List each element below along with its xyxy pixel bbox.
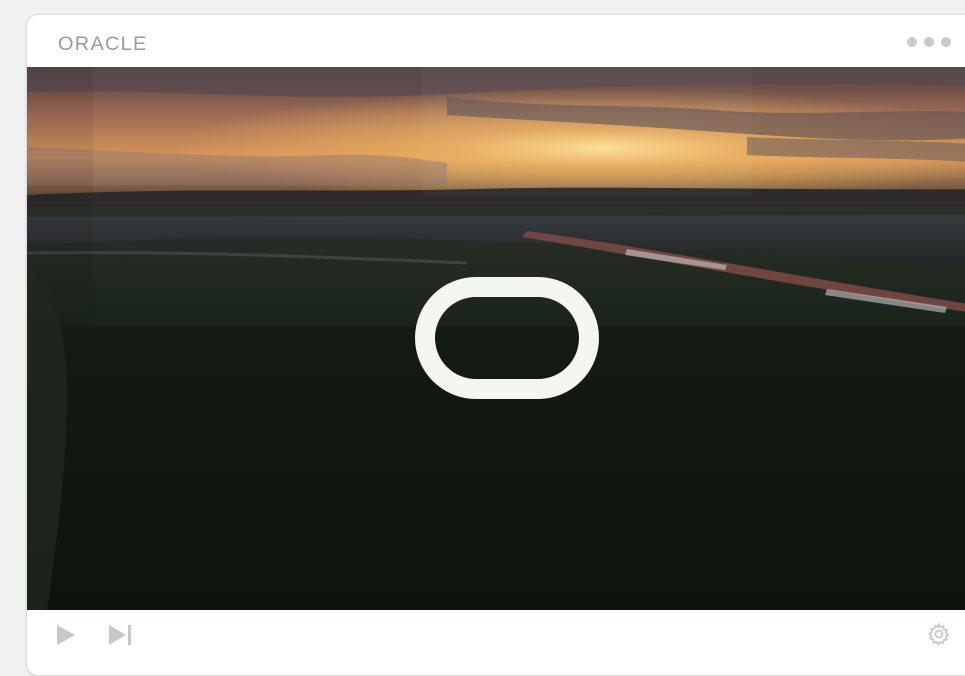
more-dots-icon xyxy=(907,37,917,47)
video-frame[interactable] xyxy=(27,67,965,610)
skip-next-button[interactable] xyxy=(107,623,135,647)
video-scene xyxy=(27,67,965,610)
settings-button[interactable] xyxy=(927,622,951,646)
brand-logo: ORACLE xyxy=(58,34,148,55)
player-header: ORACLE xyxy=(27,15,965,67)
more-dots-icon xyxy=(924,37,934,47)
play-button[interactable] xyxy=(54,623,78,647)
video-player: ORACLE xyxy=(26,14,965,676)
play-icon xyxy=(57,625,75,645)
gear-icon xyxy=(928,622,950,646)
more-options-button[interactable] xyxy=(907,37,951,47)
skip-next-icon xyxy=(109,625,131,645)
player-controls xyxy=(27,610,965,660)
more-dots-icon xyxy=(941,37,951,47)
